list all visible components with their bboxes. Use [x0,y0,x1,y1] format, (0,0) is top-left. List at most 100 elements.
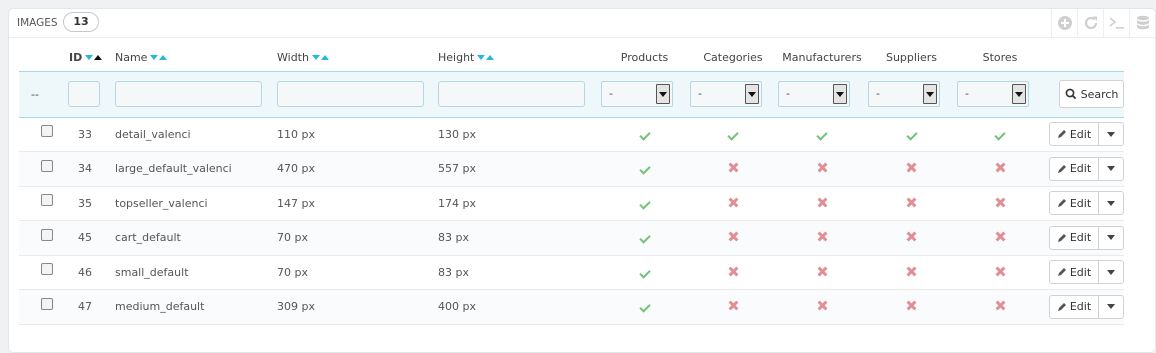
more-actions-button[interactable] [1099,260,1124,285]
add-new-button[interactable] [1051,9,1077,37]
cell-width: 309 px [277,289,438,325]
cell-id: 34 [69,151,115,187]
more-actions-button[interactable] [1099,294,1124,319]
sql-query-button[interactable] [1103,9,1129,37]
cell-height: 83 px [438,255,600,290]
check-icon[interactable] [638,129,651,141]
cross-icon[interactable] [996,267,1005,276]
filter-height-input[interactable] [438,81,585,107]
check-icon[interactable] [638,267,651,279]
add-new-icon [1057,16,1072,30]
cross-icon[interactable] [729,198,738,207]
filter-id-input[interactable] [68,81,100,107]
check-icon[interactable] [727,129,739,141]
check-icon[interactable] [638,232,651,244]
edit-button[interactable]: Edit [1049,225,1099,250]
cell-height: 130 px [438,117,600,152]
cross-icon[interactable] [818,267,827,276]
filter-name-input[interactable] [115,81,262,107]
cross-icon[interactable] [907,232,916,241]
cross-icon[interactable] [818,163,827,172]
pencil-icon [1057,164,1066,173]
column-header-id: ID [69,45,115,71]
filter-width-input[interactable] [277,81,424,107]
dropdown-arrow-icon [656,84,670,104]
filter-products-select[interactable]: - [601,81,673,107]
search-button[interactable]: Search [1059,80,1124,108]
cross-icon[interactable] [729,163,738,172]
cross-icon[interactable] [729,301,738,310]
pencil-icon [1057,130,1066,139]
sort-desc-icon[interactable] [311,55,320,61]
cross-icon[interactable] [907,163,916,172]
export-button[interactable] [1129,9,1155,37]
row-checkbox[interactable] [41,297,53,310]
row-actions: Edit [1044,156,1124,181]
cell-width: 470 px [277,151,438,187]
cross-icon[interactable] [818,198,827,207]
actions-column-header [1044,45,1124,71]
cell-id: 47 [69,289,115,325]
filter-categories-select[interactable]: - [690,81,762,107]
cross-icon[interactable] [996,198,1005,207]
cell-width: 147 px [277,186,438,221]
row-checkbox[interactable] [41,194,53,207]
sort-desc-icon[interactable] [150,55,159,61]
filter-stores-select[interactable]: - [957,81,1029,107]
sort-desc-icon[interactable] [477,55,486,61]
check-icon[interactable] [816,129,828,141]
column-header-manufacturers: Manufacturers [782,51,862,65]
row-checkbox[interactable] [41,228,53,241]
cell-id: 45 [69,220,115,256]
cross-icon[interactable] [729,232,738,241]
refresh-button[interactable] [1077,9,1103,37]
cross-icon[interactable] [996,301,1005,310]
more-actions-button[interactable] [1099,122,1124,147]
column-header-categories: Categories [703,51,763,65]
sort-asc-icon[interactable] [159,55,168,61]
cross-icon[interactable] [996,232,1005,241]
more-actions-button[interactable] [1099,156,1124,181]
cross-icon[interactable] [907,301,916,310]
more-actions-button[interactable] [1099,191,1124,216]
cell-id: 46 [69,255,115,290]
cross-icon[interactable] [729,267,738,276]
panel-toolbar [1051,9,1155,37]
row-checkbox[interactable] [41,159,53,172]
edit-button[interactable]: Edit [1049,122,1099,147]
cell-name: cart_default [115,220,277,256]
edit-button[interactable]: Edit [1049,294,1099,319]
more-actions-button[interactable] [1099,225,1124,250]
sort-desc-icon[interactable] [85,55,94,61]
cross-icon[interactable] [907,267,916,276]
cross-icon[interactable] [818,301,827,310]
caret-down-icon [1107,269,1115,275]
check-icon[interactable] [905,129,918,141]
sort-asc-icon[interactable] [94,55,103,61]
filter-manufacturers-select[interactable]: - [778,81,850,107]
cross-icon[interactable] [996,163,1005,172]
column-header-name: Name [115,45,277,71]
check-icon[interactable] [638,163,651,175]
row-checkbox[interactable] [41,125,53,138]
cell-width: 70 px [277,255,438,290]
check-icon[interactable] [638,301,651,313]
cell-name: large_default_valenci [115,151,277,187]
row-actions: Edit [1044,294,1124,319]
edit-button[interactable]: Edit [1049,191,1099,216]
cell-width: 70 px [277,220,438,256]
select-column-header [19,45,69,71]
check-icon[interactable] [638,198,651,210]
cross-icon[interactable] [818,232,827,241]
cross-icon[interactable] [907,198,916,207]
check-icon[interactable] [994,129,1006,141]
edit-button[interactable]: Edit [1049,260,1099,285]
sort-asc-icon[interactable] [320,55,329,61]
pencil-icon [1057,199,1066,208]
filter-suppliers-select[interactable]: - [868,81,940,107]
sort-asc-icon[interactable] [486,55,495,61]
row-actions: Edit [1044,191,1124,216]
edit-button[interactable]: Edit [1049,156,1099,181]
row-checkbox[interactable] [41,263,53,276]
table-row: 35 topseller_valenci 147 px 174 px Edit [19,186,1124,221]
